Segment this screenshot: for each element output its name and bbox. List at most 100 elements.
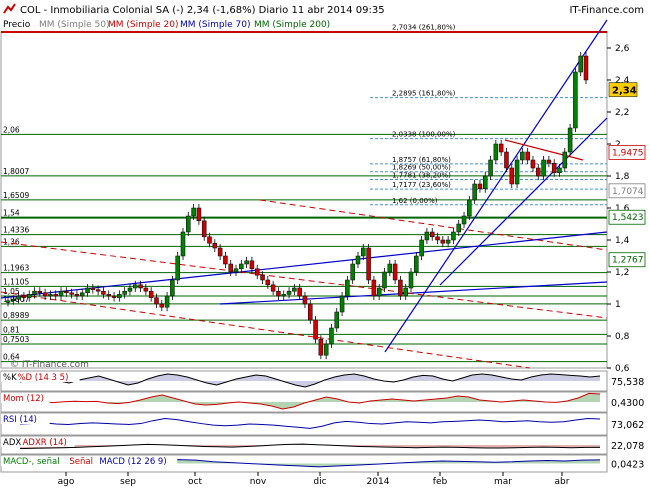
candle-body [551, 162, 557, 174]
candle-body [504, 151, 509, 169]
price-panel: 0,60,811,21,41,61,822,22,42,62,061,80071… [0, 19, 646, 374]
candle-body [557, 167, 562, 174]
candle-body [21, 295, 27, 298]
candle-body [398, 279, 403, 297]
indicator-label: ADX [3, 438, 21, 448]
candle-body [302, 295, 308, 305]
indicator-value: 22,078 [611, 441, 644, 452]
candle-body [233, 268, 239, 273]
right-level-label: 1,5423 [612, 213, 644, 223]
candle-body [64, 290, 69, 294]
candle-body [196, 207, 202, 222]
candle-body [143, 287, 149, 292]
y-tick-label: 1 [615, 300, 621, 310]
candle-body [254, 268, 260, 276]
candle-body [467, 199, 472, 217]
legend-precio: Precio [3, 20, 31, 30]
candle-body [419, 239, 424, 257]
support-level-label: 1,6509 [3, 191, 29, 200]
y-tick-label: 1,8 [615, 172, 630, 182]
candle-body [329, 327, 334, 345]
candle-body [541, 159, 546, 177]
candle-body [514, 159, 520, 185]
candle-body [382, 271, 387, 289]
candle-body [286, 290, 292, 295]
candle-body [228, 263, 233, 273]
candle-body [488, 159, 493, 177]
candle-body [536, 167, 541, 177]
legend-mm70: MM (Simple 70) [180, 20, 250, 30]
candle-body [583, 55, 589, 81]
candle-body [53, 294, 58, 297]
candle-body [345, 279, 350, 297]
candle-body [297, 287, 302, 297]
legend-mm20: MM (Simple 20) [108, 20, 178, 30]
candle-body [212, 242, 218, 249]
indicator-label: RSI (14) [3, 415, 37, 425]
y-tick-label: 0,6 [615, 364, 630, 374]
right-level-label: 1,2767 [612, 256, 644, 266]
candle-body [414, 255, 419, 273]
candle-body [530, 159, 536, 169]
x-tick-label: mar [494, 477, 512, 487]
candle-body [106, 294, 112, 297]
candle-body [424, 231, 430, 241]
candle-body [201, 220, 207, 238]
indicator-value: 73,062 [611, 420, 644, 431]
legend-mm200: MM (Simple 200) [254, 20, 330, 30]
support-level-label: 1,54 [3, 209, 20, 218]
support-level-label: 0,81 [3, 325, 20, 334]
x-tick-label: abr [555, 477, 570, 487]
candle-body [159, 303, 165, 308]
x-tick-label: sep [120, 477, 136, 487]
legend: Precio MM (Simple 50) MM (Simple 20) MM … [3, 20, 330, 30]
support-level-label: 2,06 [3, 125, 20, 134]
candle-body [408, 271, 414, 289]
candle-body [429, 231, 435, 238]
candle-body [361, 247, 366, 257]
candle-body [376, 287, 382, 297]
candle-body [85, 287, 90, 294]
candle-body [339, 295, 345, 313]
fib-level-label: 1,8269 (50,00%) [392, 164, 451, 172]
candle-body [355, 255, 361, 265]
candle-body [74, 294, 80, 297]
candle-body [281, 294, 286, 297]
candle-body [546, 159, 552, 164]
candle-body [223, 255, 228, 265]
support-level-label: 1,1963 [3, 264, 29, 273]
chart-title: COL - Inmobiliaria Colonial SA (-) 2,34 … [20, 5, 385, 16]
candle-body [578, 55, 583, 73]
fib-level-label: 2,0338 (100,00%) [392, 131, 456, 139]
indicator-label: %D (14 3 5) [17, 373, 68, 383]
candle-body [154, 297, 159, 305]
candle-body [371, 279, 377, 297]
x-tick-label: ago [58, 477, 75, 487]
y-tick-label: 1,4 [615, 236, 630, 246]
indicator-value: 75,538 [611, 377, 644, 388]
y-tick-label: 2,6 [615, 44, 630, 54]
indicator-label: MACD-, señal [3, 457, 60, 467]
support-level-label: 1,8007 [3, 167, 29, 176]
candle-body [456, 223, 461, 233]
brand-label: IT-Finance.com [569, 5, 644, 16]
title-bar: COL - Inmobiliaria Colonial SA (-) 2,34 … [0, 0, 650, 18]
fib-level-label: 2,7034 (261,80%) [392, 23, 456, 31]
candle-body [239, 263, 244, 270]
candle-body [90, 287, 96, 290]
candle-body [111, 295, 117, 298]
candle-body [175, 255, 180, 281]
candle-body [451, 231, 456, 241]
candle-body [37, 290, 43, 294]
candle-body [42, 292, 48, 297]
last-price-label: 2,34 [612, 86, 637, 97]
candle-body [350, 263, 355, 281]
candle-body [217, 247, 223, 257]
candle-body [308, 303, 313, 321]
indicator-label: ADXR (14) [23, 438, 67, 448]
support-level-label: 0,8989 [3, 311, 29, 320]
candle-body [16, 295, 21, 300]
candle-body [509, 167, 515, 185]
candle-body [133, 284, 138, 289]
indicator-panels: %K %D (14 3 5) 75,538 Mom (12) 0,4300 RSI (14… [0, 370, 644, 473]
